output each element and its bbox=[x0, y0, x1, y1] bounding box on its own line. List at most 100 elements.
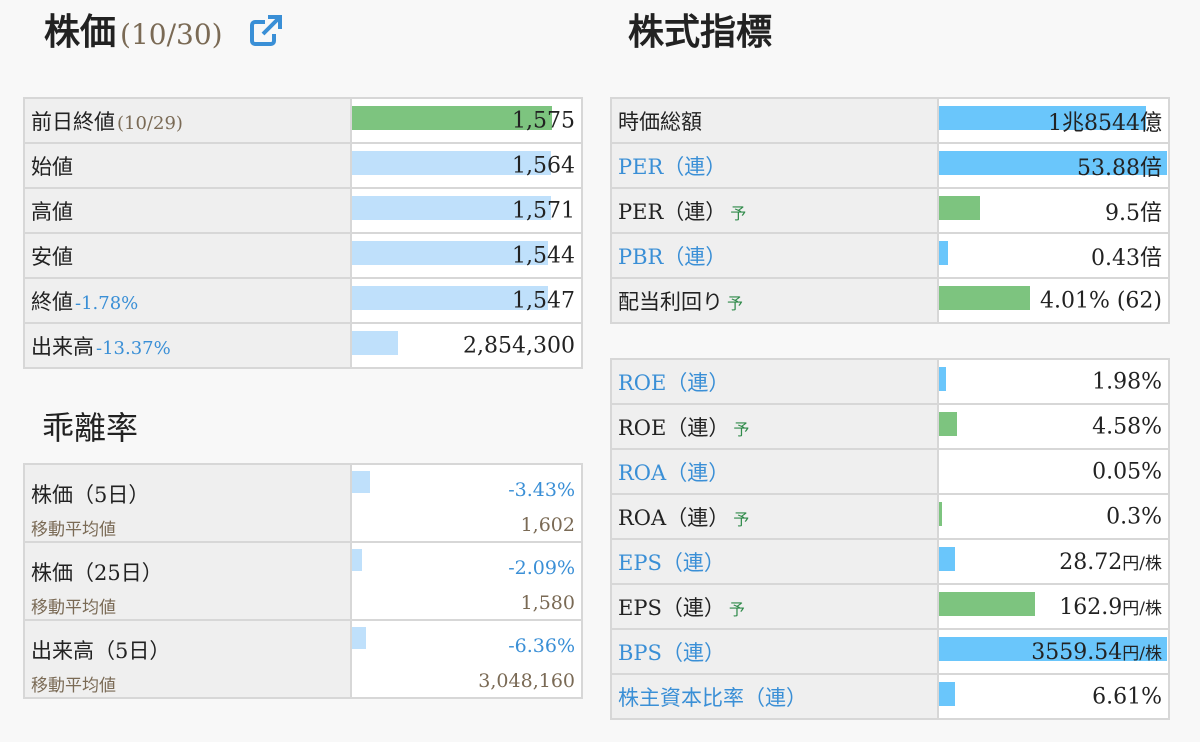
external-link-icon[interactable] bbox=[249, 14, 283, 48]
forecast-mark: 予 bbox=[730, 203, 747, 223]
kairi-row: 出来高（5日） 移動平均値 -6.36% 3,048,160 bbox=[23, 619, 584, 699]
indicator-value-cell: 0.43倍 bbox=[937, 232, 1170, 279]
indicator-value-cell: 162.9円/株 bbox=[937, 583, 1170, 630]
indicator-number: 0.3% bbox=[1106, 504, 1162, 529]
indicator-number: 162.9 bbox=[1059, 594, 1123, 620]
stock-row-value: 1,575 bbox=[512, 108, 575, 133]
stock-row-label-cell: 前日終値 (10/29) bbox=[22, 97, 353, 144]
indicator-value-cell: 1.98% bbox=[937, 358, 1170, 405]
stock-row-label: 出来高 bbox=[31, 334, 94, 359]
stock-row-value: 1,564 bbox=[512, 153, 575, 178]
indicator-label-cell: PBR（連） bbox=[609, 232, 940, 279]
indicator-label: 時価総額 bbox=[618, 109, 702, 134]
stock-row-value: 1,544 bbox=[512, 243, 575, 268]
indicator-value-cell: 3559.54円/株 bbox=[937, 628, 1170, 675]
kairi-row-pct: -6.36% bbox=[508, 635, 575, 657]
indicator-label-cell: PER（連）予 bbox=[609, 187, 940, 234]
indicator-label-cell: EPS（連）予 bbox=[609, 583, 940, 630]
indicator-label-cell: PER（連） bbox=[609, 142, 940, 189]
indicator-value-cell: 6.61% bbox=[937, 673, 1170, 720]
stock-row-label-cell: 出来高 -13.37% bbox=[22, 322, 353, 369]
stock-row-value-cell: 2,854,300 bbox=[350, 322, 583, 369]
kairi-row-average: 1,602 bbox=[520, 514, 575, 536]
indicator-label: ROA（連） bbox=[618, 505, 730, 530]
stock-row-label: 終値 bbox=[31, 289, 73, 314]
indicator-link[interactable]: EPS（連） bbox=[618, 551, 725, 575]
kairi-row-bar bbox=[351, 627, 366, 649]
kairi-row: 株価（25日） 移動平均値 -2.09% 1,580 bbox=[23, 541, 584, 621]
indicator-value: 0.43倍 bbox=[1091, 240, 1162, 272]
indicators-heading: 株式指標 bbox=[628, 11, 773, 53]
kairi-row-label-cell: 株価（25日） 移動平均値 bbox=[23, 541, 352, 621]
indicator-number: 3559.54 bbox=[1031, 639, 1123, 665]
indicator-link[interactable]: ROA（連） bbox=[618, 461, 729, 485]
indicator-value-cell: 4.58% bbox=[937, 403, 1170, 450]
kairi-row-label: 出来高（5日） bbox=[31, 639, 171, 663]
indicator-label-cell: ROA（連） bbox=[609, 448, 940, 495]
stock-price-table: 前日終値 (10/29) 1,575 始値 1,564 高値 1,571 安値 1,544 終値 -… bbox=[22, 97, 583, 369]
stock-price-title: 株価 bbox=[44, 11, 117, 53]
forecast-mark: 予 bbox=[733, 509, 750, 529]
kairi-row-sublabel: 移動平均値 bbox=[31, 598, 116, 618]
stock-row-value: 1,547 bbox=[512, 288, 575, 313]
indicator-value: 1兆8544億 bbox=[1048, 105, 1162, 137]
indicator-bar bbox=[939, 412, 958, 436]
stock-price-date: (10/30) bbox=[120, 18, 223, 51]
indicator-bar bbox=[939, 367, 947, 391]
indicator-number: 4.01% (62) bbox=[1039, 288, 1162, 313]
indicator-row[interactable]: 株主資本比率（連） 6.61% bbox=[609, 673, 1170, 720]
indicator-row[interactable]: ROA（連） 0.05% bbox=[609, 448, 1170, 495]
indicators-table-1: 時価総額 1兆8544億 PER（連） 53.88倍 PER（連）予 9.5倍 PBR（連）… bbox=[609, 97, 1170, 324]
stock-price-heading: 株価 (10/30) bbox=[44, 14, 283, 52]
indicator-number: 0.05% bbox=[1092, 459, 1162, 484]
kairi-row-value-cell: -6.36% 3,048,160 bbox=[349, 619, 584, 699]
indicator-label-cell: EPS（連） bbox=[609, 538, 940, 585]
kairi-row-label: 株価（5日） bbox=[31, 483, 150, 507]
indicator-value: 162.9円/株 bbox=[1059, 594, 1162, 620]
stock-row-value: 2,854,300 bbox=[463, 333, 575, 358]
stock-row: 前日終値 (10/29) 1,575 bbox=[22, 97, 583, 144]
indicator-link[interactable]: PER（連） bbox=[618, 155, 726, 179]
indicator-row[interactable]: BPS（連） 3559.54円/株 bbox=[609, 628, 1170, 675]
indicator-value: 0.05% bbox=[1092, 459, 1162, 484]
stock-row-label: 安値 bbox=[31, 244, 73, 269]
indicator-row[interactable]: ROE（連） 1.98% bbox=[609, 358, 1170, 405]
indicator-label-cell: 配当利回り予 bbox=[609, 277, 940, 324]
indicator-value: 4.58% bbox=[1092, 414, 1162, 439]
stock-row-bar bbox=[352, 331, 399, 355]
indicator-link[interactable]: 株主資本比率（連） bbox=[618, 686, 807, 710]
indicator-row: ROE（連）予 4.58% bbox=[609, 403, 1170, 450]
indicator-label-cell: ROE（連）予 bbox=[609, 403, 940, 450]
indicator-value: 4.01% (62) bbox=[1040, 288, 1162, 313]
kairi-row: 株価（5日） 移動平均値 -3.43% 1,602 bbox=[23, 463, 584, 543]
indicator-row: 時価総額 1兆8544億 bbox=[609, 97, 1170, 144]
indicator-value: 3559.54円/株 bbox=[1031, 639, 1162, 665]
indicator-value-cell: 1兆8544億 bbox=[937, 97, 1170, 144]
kairi-row-pct: -2.09% bbox=[508, 557, 575, 579]
kairi-row-sublabel: 移動平均値 bbox=[31, 676, 116, 696]
indicator-link[interactable]: ROE（連） bbox=[618, 371, 729, 395]
stock-row-value-cell: 1,544 bbox=[350, 232, 583, 279]
stock-row-date: (10/29) bbox=[117, 112, 183, 134]
indicator-row[interactable]: PER（連） 53.88倍 bbox=[609, 142, 1170, 189]
indicator-link[interactable]: BPS（連） bbox=[618, 641, 725, 665]
stock-row-value: 1,571 bbox=[512, 198, 575, 223]
stock-row: 安値 1,544 bbox=[22, 232, 583, 279]
kairi-row-value-cell: -2.09% 1,580 bbox=[349, 541, 584, 621]
indicator-label: EPS（連） bbox=[618, 595, 725, 620]
indicator-row: ROA（連）予 0.3% bbox=[609, 493, 1170, 540]
indicator-bar bbox=[939, 196, 981, 220]
stock-row-label-cell: 終値 -1.78% bbox=[22, 277, 353, 324]
indicator-row[interactable]: PBR（連） 0.43倍 bbox=[609, 232, 1170, 279]
forecast-mark: 予 bbox=[733, 419, 750, 439]
indicator-bar bbox=[939, 286, 1031, 310]
forecast-mark: 予 bbox=[727, 293, 744, 313]
indicator-link[interactable]: PBR（連） bbox=[618, 245, 726, 269]
indicator-value: 28.72円/株 bbox=[1059, 549, 1162, 575]
indicator-number: 4.58% bbox=[1092, 414, 1162, 439]
indicator-unit: 円/株 bbox=[1122, 643, 1162, 664]
indicator-unit: 円/株 bbox=[1122, 598, 1162, 619]
indicator-row[interactable]: EPS（連） 28.72円/株 bbox=[609, 538, 1170, 585]
kairi-row-sublabel: 移動平均値 bbox=[31, 520, 116, 540]
indicators-table-2: ROE（連） 1.98% ROE（連）予 4.58% ROA（連） 0.05% ROA（連）… bbox=[609, 358, 1170, 720]
